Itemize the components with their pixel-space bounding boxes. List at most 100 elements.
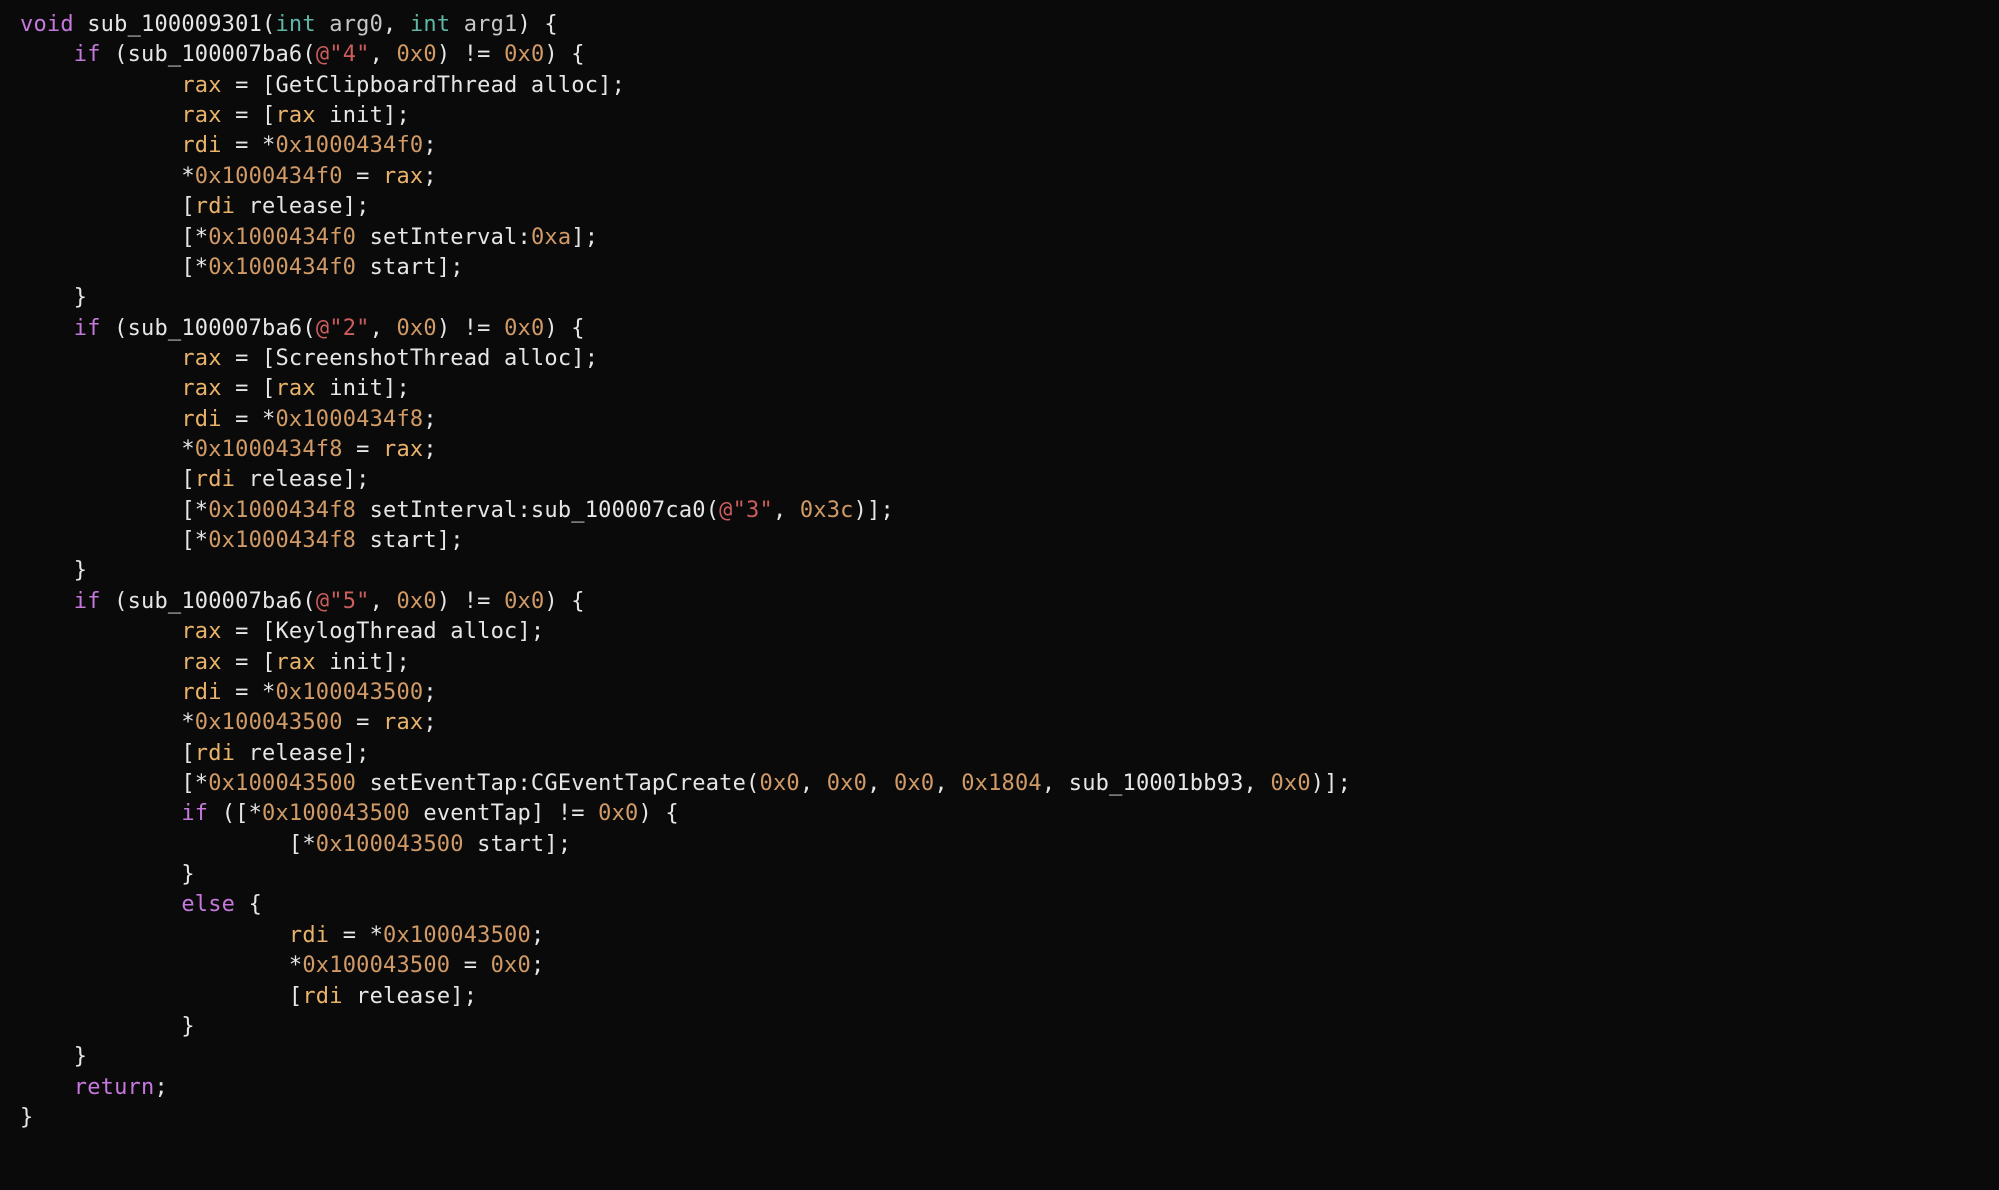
code-token	[20, 407, 181, 432]
code-token-num: 0x1000434f8	[208, 528, 356, 553]
code-token: *	[20, 710, 195, 735]
code-token-num: 0x0	[396, 316, 436, 341]
code-token-reg: rax	[275, 103, 315, 128]
code-token: ,	[934, 771, 961, 796]
code-token: eventTap] !=	[410, 801, 598, 826]
code-token-num: 0x0	[504, 589, 544, 614]
code-token-kw: else	[181, 892, 248, 917]
code-token: start];	[356, 528, 464, 553]
code-token: }	[20, 558, 87, 583]
code-token: ;	[423, 437, 436, 462]
code-token-reg: rdi	[302, 984, 342, 1009]
code-token: [	[20, 194, 195, 219]
code-token-num: 0x0	[598, 801, 638, 826]
code-token: ) {	[518, 12, 558, 37]
code-token-reg: rax	[275, 650, 315, 675]
code-token: = [	[222, 650, 276, 675]
code-token: ) !=	[437, 589, 504, 614]
code-token: init];	[316, 650, 410, 675]
code-token-str: @"2"	[316, 316, 370, 341]
code-token: (sub_100007ba6(	[114, 589, 316, 614]
code-line: [rdi release];	[20, 984, 477, 1009]
code-token: = [	[222, 376, 276, 401]
code-token: ;	[423, 133, 436, 158]
code-token: =	[343, 710, 383, 735]
code-token-reg: rax	[181, 650, 221, 675]
code-token-str: @"3"	[719, 498, 773, 523]
code-token: [*	[20, 771, 208, 796]
code-token: = [	[222, 103, 276, 128]
code-token-type: int	[275, 12, 329, 37]
code-line: rdi = *0x1000434f0;	[20, 133, 437, 158]
code-token: release];	[343, 984, 477, 1009]
code-token: }	[20, 285, 87, 310]
code-token	[20, 103, 181, 128]
code-token-reg: rax	[181, 376, 221, 401]
code-token: ,	[773, 498, 800, 523]
code-token: (	[262, 12, 275, 37]
code-line: else {	[20, 892, 262, 917]
code-token: [*	[20, 225, 208, 250]
code-token: ,	[383, 12, 410, 37]
code-token-reg: rax	[383, 437, 423, 462]
code-token: (sub_100007ba6(	[114, 316, 316, 341]
code-token-reg: rax	[181, 346, 221, 371]
code-line: rax = [rax init];	[20, 103, 410, 128]
code-token: =	[450, 953, 490, 978]
code-token: [*	[20, 832, 316, 857]
code-token: ;	[423, 680, 436, 705]
code-token: = *	[222, 407, 276, 432]
code-token-num: 0x3c	[800, 498, 854, 523]
code-token: ([*	[222, 801, 262, 826]
code-token-num: 0xa	[531, 225, 571, 250]
code-line: rdi = *0x100043500;	[20, 680, 437, 705]
code-token-reg: rax	[181, 73, 221, 98]
code-token-num: 0x100043500	[195, 710, 343, 735]
code-token-kw: if	[74, 316, 114, 341]
code-token: ;	[154, 1075, 167, 1100]
code-token: {	[249, 892, 262, 917]
code-token: ;	[423, 407, 436, 432]
code-token-num: 0x100043500	[208, 771, 356, 796]
code-token: ];	[571, 225, 598, 250]
code-token: (sub_100007ba6(	[114, 42, 316, 67]
code-token: }	[20, 1014, 195, 1039]
code-token-str: @"5"	[316, 589, 370, 614]
code-token	[20, 73, 181, 98]
code-token-num: 0x0	[396, 589, 436, 614]
code-token-num: 0x0	[491, 953, 531, 978]
code-token: start];	[356, 255, 464, 280]
code-line: [*0x1000434f8 start];	[20, 528, 464, 553]
code-token-reg: rdi	[289, 923, 329, 948]
code-token: ,	[370, 316, 397, 341]
code-line: *0x100043500 = rax;	[20, 710, 437, 735]
code-line: *0x100043500 = 0x0;	[20, 953, 544, 978]
code-token: start];	[464, 832, 572, 857]
code-token-num: 0x1000434f0	[208, 225, 356, 250]
code-token: ) {	[544, 316, 584, 341]
code-token-num: 0x0	[760, 771, 800, 796]
code-line: rdi = *0x100043500;	[20, 923, 544, 948]
code-token	[20, 133, 181, 158]
code-token-num: 0x100043500	[275, 680, 423, 705]
code-token	[20, 892, 181, 917]
code-line: [*0x100043500 setEventTap:CGEventTapCrea…	[20, 771, 1351, 796]
code-token-num: 0x1804	[961, 771, 1042, 796]
code-line: rax = [GetClipboardThread alloc];	[20, 73, 625, 98]
code-token	[20, 650, 181, 675]
code-token-num: 0x1000434f8	[208, 498, 356, 523]
code-line: rax = [rax init];	[20, 650, 410, 675]
code-token: init];	[316, 103, 410, 128]
code-token-reg: rax	[181, 619, 221, 644]
code-token: [	[20, 467, 195, 492]
code-token-str: @"4"	[316, 42, 370, 67]
code-token-kw: void	[20, 12, 87, 37]
code-token: ,	[370, 42, 397, 67]
code-token-kw: if	[74, 589, 114, 614]
code-token: ) !=	[437, 42, 504, 67]
code-token	[20, 346, 181, 371]
code-line: [*0x1000434f0 setInterval:0xa];	[20, 225, 598, 250]
decompiled-code-block: void sub_100009301(int arg0, int arg1) {…	[0, 0, 1999, 1143]
code-token: [*	[20, 255, 208, 280]
code-token: , sub_10001bb93,	[1042, 771, 1271, 796]
